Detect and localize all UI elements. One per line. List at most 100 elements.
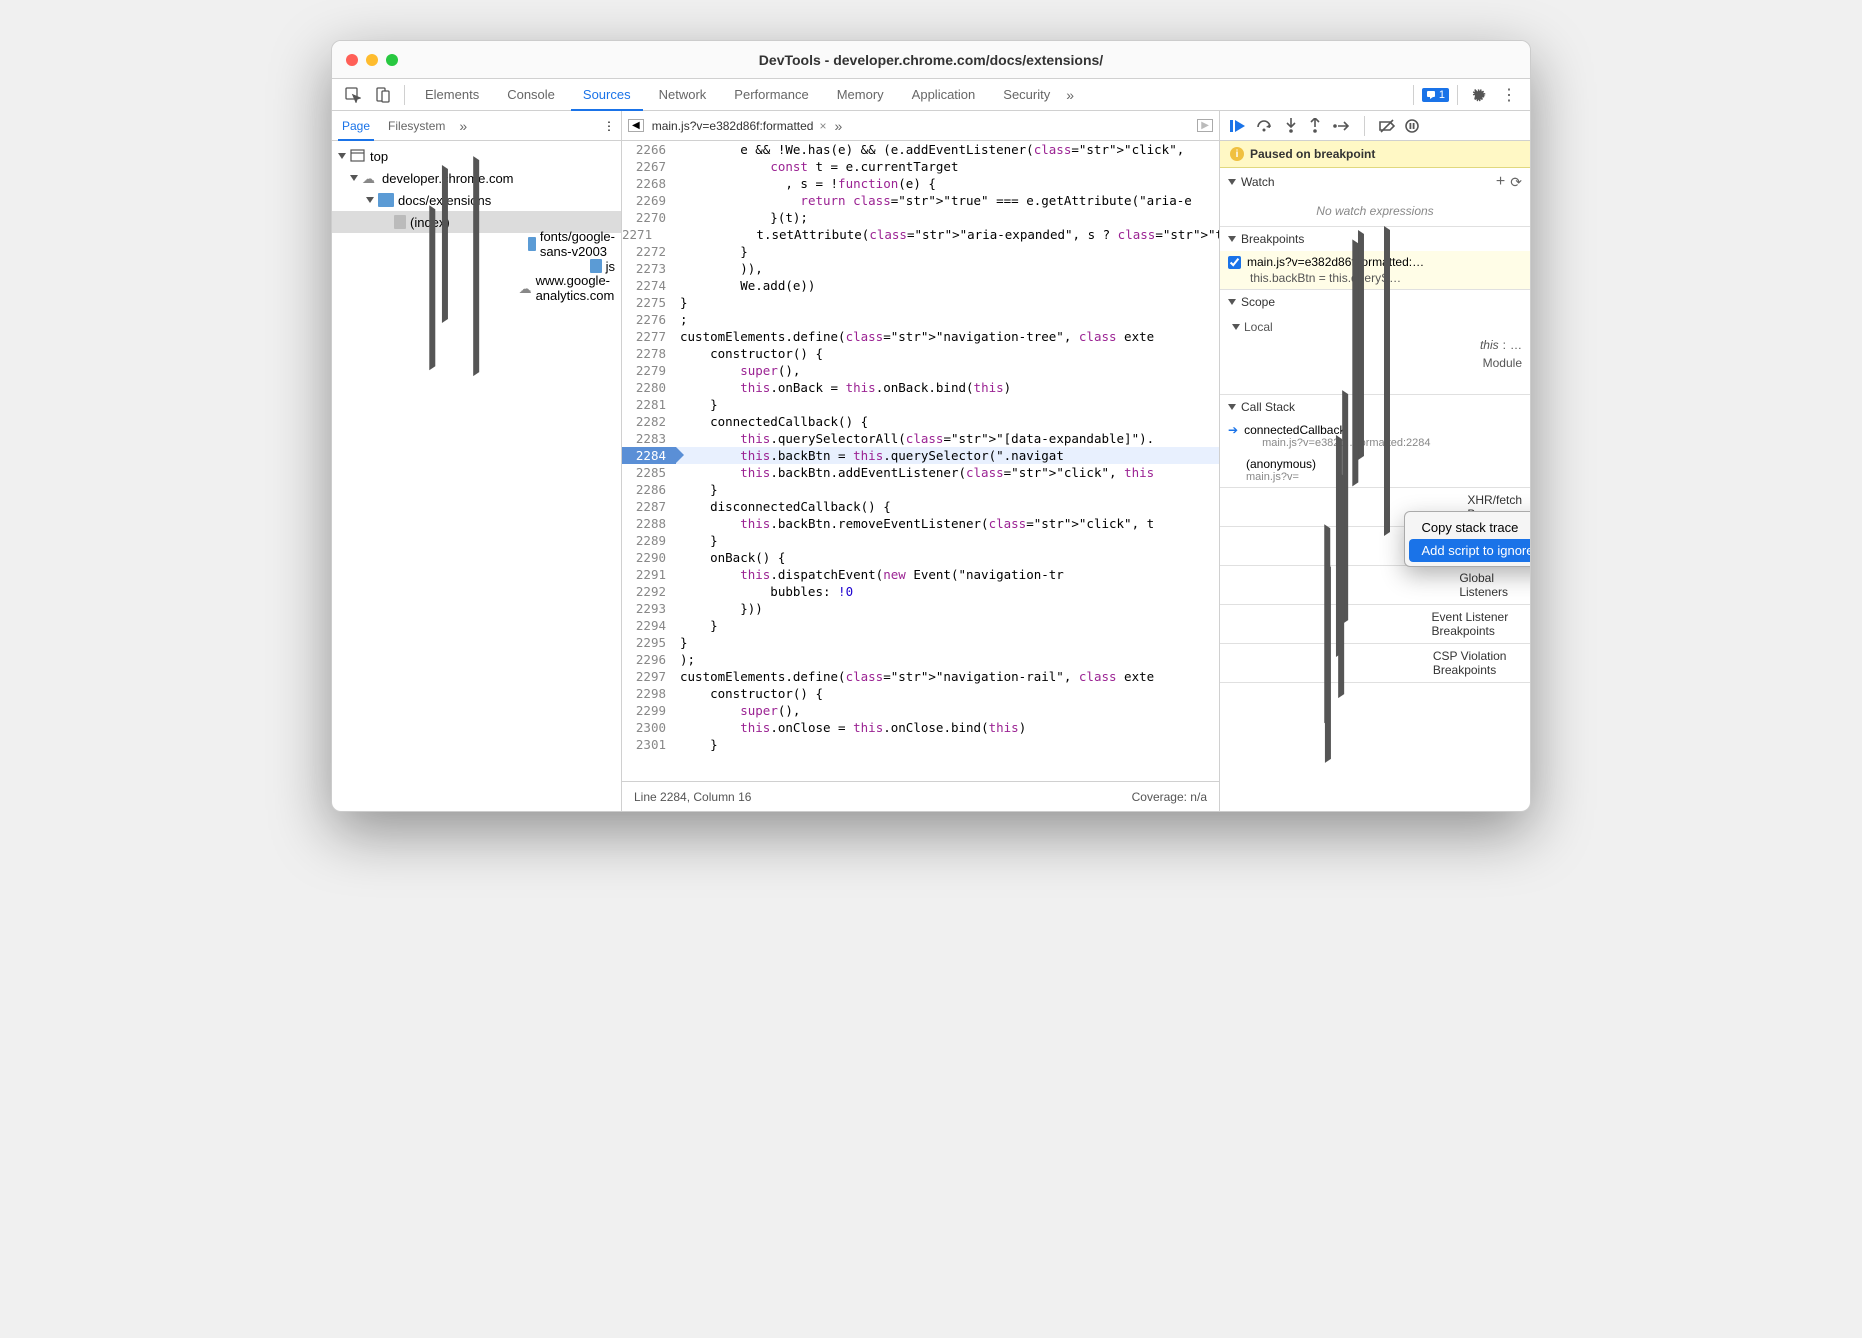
code-line[interactable]: 2296); — [622, 651, 1219, 668]
navigator-kebab-icon[interactable]: ⋮ — [603, 119, 615, 133]
file-icon — [394, 215, 406, 229]
callstack-section-header[interactable]: Call Stack — [1220, 395, 1530, 419]
gl-section-header[interactable]: Global Listeners — [1220, 566, 1530, 604]
code-line[interactable]: 2279 super(), — [622, 362, 1219, 379]
close-icon[interactable] — [346, 54, 358, 66]
step-into-icon[interactable] — [1284, 118, 1298, 134]
code-area[interactable]: 2266 e && !We.has(e) && (e.addEventListe… — [622, 141, 1219, 781]
code-line[interactable]: 2266 e && !We.has(e) && (e.addEventListe… — [622, 141, 1219, 158]
file-tree: top ☁developer.chrome.com docs/extension… — [332, 141, 621, 811]
code-line[interactable]: 2294 } — [622, 617, 1219, 634]
code-line[interactable]: 2298 constructor() { — [622, 685, 1219, 702]
elb-section-header[interactable]: Event Listener Breakpoints — [1220, 605, 1530, 643]
code-line[interactable]: 2278 constructor() { — [622, 345, 1219, 362]
csp-section-header[interactable]: CSP Violation Breakpoints — [1220, 644, 1530, 682]
step-out-icon[interactable] — [1308, 118, 1322, 134]
code-line[interactable]: 2270 }(t); — [622, 209, 1219, 226]
code-line[interactable]: 2287 disconnectedCallback() { — [622, 498, 1219, 515]
breakpoint-checkbox[interactable] — [1228, 256, 1241, 269]
devtools-window: DevTools - developer.chrome.com/docs/ext… — [331, 40, 1531, 812]
code-line[interactable]: 2274 We.add(e)) — [622, 277, 1219, 294]
cloud-icon: ☁ — [519, 281, 532, 295]
window-title: DevTools - developer.chrome.com/docs/ext… — [398, 52, 1464, 68]
deactivate-breakpoints-icon[interactable] — [1379, 119, 1395, 133]
refresh-watch-icon[interactable]: ⟳ — [1510, 174, 1522, 191]
code-line[interactable]: 2277customElements.define(class="str">"n… — [622, 328, 1219, 345]
titlebar: DevTools - developer.chrome.com/docs/ext… — [332, 41, 1530, 79]
cursor-position: Line 2284, Column 16 — [634, 790, 751, 804]
code-line[interactable]: 2267 const t = e.currentTarget — [622, 158, 1219, 175]
code-line[interactable]: 2293 })) — [622, 600, 1219, 617]
tab-sources[interactable]: Sources — [571, 79, 643, 111]
issues-badge[interactable]: 1 — [1422, 88, 1449, 102]
code-line[interactable]: 2297customElements.define(class="str">"n… — [622, 668, 1219, 685]
code-line[interactable]: 2273 )), — [622, 260, 1219, 277]
callstack-frame[interactable]: ➔ connectedCallbackmain.js?v=e382d…forma… — [1220, 419, 1530, 453]
code-line[interactable]: 2268 , s = !function(e) { — [622, 175, 1219, 192]
code-line[interactable]: 2285 this.backBtn.addEventListener(class… — [622, 464, 1219, 481]
code-line[interactable]: 2280 this.onBack = this.onBack.bind(this… — [622, 379, 1219, 396]
resume-icon[interactable] — [1230, 119, 1246, 133]
code-line[interactable]: 2271 t.setAttribute(class="str">"aria-ex… — [622, 226, 1219, 243]
code-line[interactable]: 2286 } — [622, 481, 1219, 498]
code-line[interactable]: 2284 this.backBtn = this.querySelector("… — [622, 447, 1219, 464]
code-line[interactable]: 2276; — [622, 311, 1219, 328]
tab-application[interactable]: Application — [900, 79, 988, 111]
more-tabs-icon[interactable]: » — [1066, 87, 1074, 103]
step-icon[interactable] — [1332, 119, 1350, 133]
tab-network[interactable]: Network — [647, 79, 719, 111]
code-line[interactable]: 2301 } — [622, 736, 1219, 753]
code-line[interactable]: 2272 } — [622, 243, 1219, 260]
editor-panel: ◀ main.js?v=e382d86f:formatted× » ▶ 2266… — [622, 111, 1220, 811]
minimize-icon[interactable] — [366, 54, 378, 66]
tab-memory[interactable]: Memory — [825, 79, 896, 111]
code-line[interactable]: 2269 return class="str">"true" === e.get… — [622, 192, 1219, 209]
code-line[interactable]: 2292 bubbles: !0 — [622, 583, 1219, 600]
subtab-filesystem[interactable]: Filesystem — [384, 111, 449, 141]
watch-section-header[interactable]: Watch+⟳ — [1220, 168, 1530, 196]
inspect-icon[interactable] — [340, 82, 366, 108]
watch-empty: No watch expressions — [1220, 196, 1530, 226]
info-icon: i — [1230, 147, 1244, 161]
code-line[interactable]: 2288 this.backBtn.removeEventListener(cl… — [622, 515, 1219, 532]
scope-section-header[interactable]: Scope — [1220, 290, 1530, 314]
nav-back-icon[interactable]: ◀ — [628, 119, 644, 132]
maximize-icon[interactable] — [386, 54, 398, 66]
navigator-panel: Page Filesystem » ⋮ top ☁developer.chrom… — [332, 111, 622, 811]
ctx-copy-stack[interactable]: Copy stack trace — [1409, 516, 1531, 539]
code-line[interactable]: 2282 connectedCallback() { — [622, 413, 1219, 430]
kebab-icon[interactable]: ⋮ — [1496, 82, 1522, 108]
gear-icon[interactable] — [1466, 82, 1492, 108]
code-line[interactable]: 2283 this.querySelectorAll(class="str">"… — [622, 430, 1219, 447]
close-tab-icon[interactable]: × — [819, 119, 826, 133]
more-subtabs-icon[interactable]: » — [459, 118, 467, 134]
code-line[interactable]: 2291 this.dispatchEvent(new Event("navig… — [622, 566, 1219, 583]
code-line[interactable]: 2281 } — [622, 396, 1219, 413]
debugger-panel: iPaused on breakpoint Watch+⟳ No watch e… — [1220, 111, 1530, 811]
nav-fwd-icon[interactable]: ▶ — [1197, 119, 1213, 132]
callstack-frame[interactable]: (anonymous)main.js?v= — [1220, 453, 1530, 487]
code-line[interactable]: 2300 this.onClose = this.onClose.bind(th… — [622, 719, 1219, 736]
tab-console[interactable]: Console — [495, 79, 567, 111]
code-line[interactable]: 2290 onBack() { — [622, 549, 1219, 566]
tab-security[interactable]: Security — [991, 79, 1062, 111]
code-line[interactable]: 2289 } — [622, 532, 1219, 549]
editor-tab[interactable]: main.js?v=e382d86f:formatted× — [652, 119, 827, 133]
subtab-page[interactable]: Page — [338, 111, 374, 141]
code-line[interactable]: 2295} — [622, 634, 1219, 651]
folder-icon — [590, 259, 601, 273]
more-editor-tabs-icon[interactable]: » — [834, 118, 842, 134]
code-line[interactable]: 2275} — [622, 294, 1219, 311]
step-over-icon[interactable] — [1256, 119, 1274, 133]
ctx-ignore-list[interactable]: Add script to ignore list — [1409, 539, 1531, 562]
tab-performance[interactable]: Performance — [722, 79, 820, 111]
tab-elements[interactable]: Elements — [413, 79, 491, 111]
device-icon[interactable] — [370, 82, 396, 108]
traffic-lights — [346, 54, 398, 66]
breakpoints-section-header[interactable]: Breakpoints — [1220, 227, 1530, 251]
add-watch-icon[interactable]: + — [1496, 173, 1505, 191]
code-line[interactable]: 2299 super(), — [622, 702, 1219, 719]
context-menu: Copy stack trace Add script to ignore li… — [1404, 511, 1531, 567]
breakpoint-item[interactable]: main.js?v=e382d86f:formatted:… this.back… — [1220, 251, 1530, 289]
pause-exceptions-icon[interactable] — [1405, 119, 1419, 133]
